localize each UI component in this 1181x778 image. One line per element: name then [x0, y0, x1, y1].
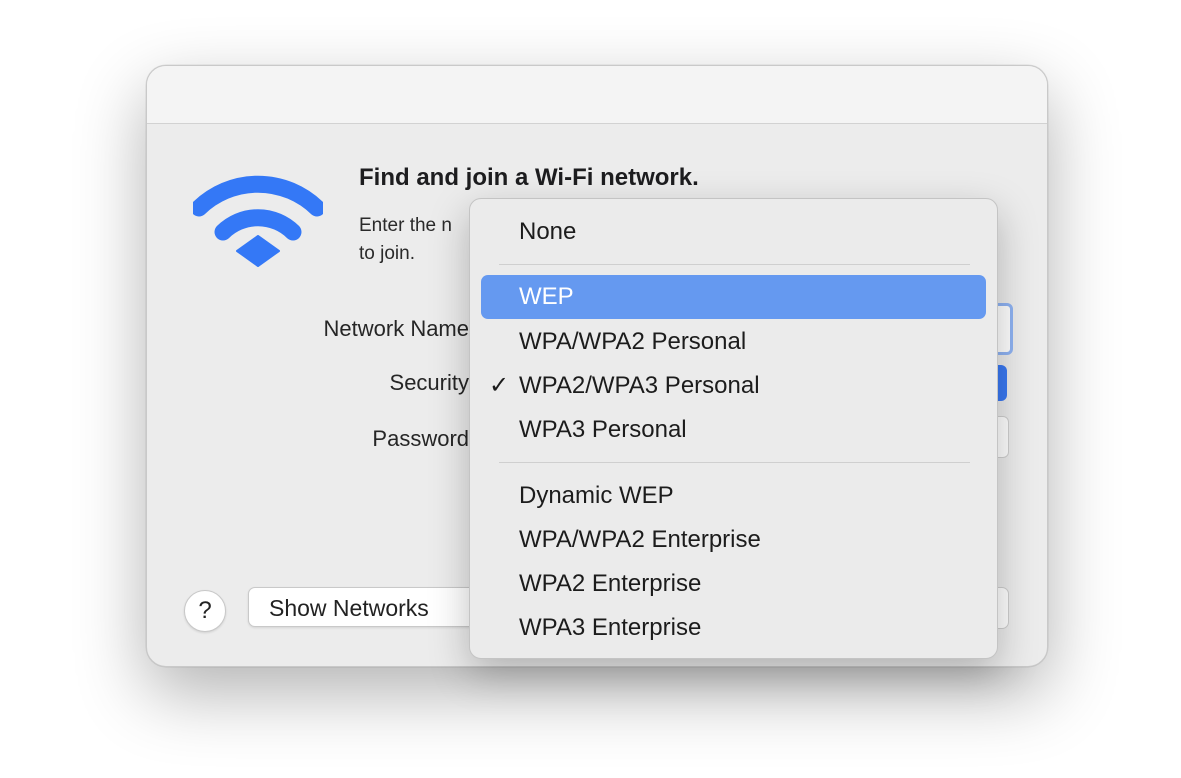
menu-separator [499, 264, 970, 265]
checkmark-icon: ✓ [489, 372, 510, 399]
menu-item-wpa2-enterprise[interactable]: WPA2 Enterprise [481, 562, 986, 606]
menu-separator [499, 462, 970, 463]
menu-item-wpa2-wpa3-personal[interactable]: ✓ WPA2/WPA3 Personal [481, 364, 986, 408]
menu-item-wpa-wpa2-enterprise[interactable]: WPA/WPA2 Enterprise [481, 518, 986, 562]
security-label: Security [389, 370, 469, 395]
menu-item-label: WPA/WPA2 Enterprise [519, 526, 761, 553]
description-line-1: Enter the n [359, 215, 452, 236]
menu-item-wpa3-enterprise[interactable]: WPA3 Enterprise [481, 606, 986, 650]
help-button[interactable]: ? [184, 590, 226, 632]
menu-item-wpa-wpa2-personal[interactable]: WPA/WPA2 Personal [481, 320, 986, 364]
password-label: Password [372, 426, 469, 451]
menu-item-wpa3-personal[interactable]: WPA3 Personal [481, 408, 986, 452]
menu-item-label: WEP [519, 283, 574, 310]
wifi-icon [193, 175, 323, 267]
security-dropdown-menu: None WEP WPA/WPA2 Personal ✓ WPA2/WPA3 P… [469, 198, 998, 659]
menu-item-label: WPA2 Enterprise [519, 570, 702, 597]
menu-item-label: WPA3 Enterprise [519, 614, 702, 641]
dialog-description: Enter the n to join. [359, 212, 471, 268]
menu-item-label: None [519, 218, 577, 245]
dialog-heading: Find and join a Wi-Fi network. [359, 164, 699, 191]
menu-item-dynamic-wep[interactable]: Dynamic WEP [481, 474, 986, 518]
description-line-2: to join. [359, 243, 415, 264]
menu-item-label: WPA2/WPA3 Personal [519, 372, 760, 399]
menu-item-label: WPA3 Personal [519, 416, 687, 443]
title-bar [147, 66, 1047, 124]
network-name-label: Network Name [323, 316, 469, 341]
menu-item-label: Dynamic WEP [519, 482, 674, 509]
menu-item-wep[interactable]: WEP [481, 275, 986, 319]
menu-item-none[interactable]: None [481, 210, 986, 254]
menu-item-label: WPA/WPA2 Personal [519, 328, 747, 355]
